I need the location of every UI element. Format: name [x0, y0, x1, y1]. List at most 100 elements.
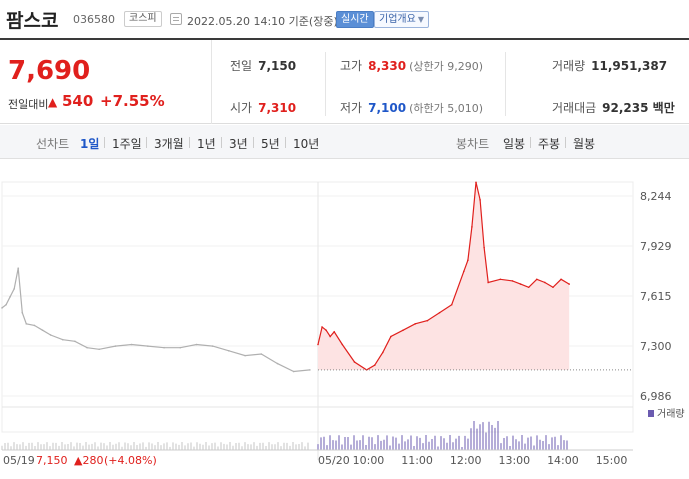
change-percent: +7.55% — [100, 92, 165, 110]
change-label: 전일대비 — [8, 98, 49, 111]
high-label: 고가 — [340, 59, 363, 73]
data-point — [309, 369, 311, 371]
candle-daily[interactable]: 일봉 — [503, 135, 525, 152]
candle-weekly[interactable]: 주봉 — [538, 135, 560, 152]
data-point — [463, 270, 465, 273]
data-point — [292, 370, 295, 373]
period-5y[interactable]: 5년 — [261, 135, 280, 152]
volume-cell: 거래량 11,951,387 — [552, 57, 667, 74]
amount-value: 92,235 백만 — [602, 101, 675, 115]
data-point — [483, 246, 485, 249]
data-point — [260, 353, 263, 355]
data-point — [61, 338, 64, 341]
period-1w[interactable]: 1주일 — [112, 135, 142, 152]
data-point — [353, 361, 356, 363]
data-point — [276, 362, 279, 365]
data-point — [147, 345, 149, 347]
data-point — [130, 343, 133, 346]
change-value: 540 — [62, 92, 94, 110]
data-point — [499, 278, 502, 281]
data-point — [329, 335, 331, 338]
data-point — [511, 280, 514, 282]
data-point — [475, 181, 477, 184]
stock-code: 036580 — [73, 13, 115, 26]
data-point — [450, 303, 453, 306]
low-cell: 저가 7,100 (하한가 5,010) — [340, 99, 483, 116]
data-point — [390, 335, 392, 338]
data-point — [552, 286, 554, 289]
timestamp: 2022.05.20 14:10 기준(장중) — [187, 15, 338, 28]
x-tick-label: 11:00 — [401, 454, 433, 467]
series-line-05/19 — [1, 268, 310, 373]
open-label: 시가 — [230, 101, 253, 115]
data-point — [402, 329, 404, 331]
chart-period-bar: 선차트 1일 1주일 3개월 1년 3년 5년 10년 봉차트 일봉 주봉 월봉 — [0, 125, 689, 159]
period-1y[interactable]: 1년 — [197, 135, 216, 152]
data-point — [33, 324, 36, 327]
amount-label: 거래대금 — [552, 101, 597, 115]
x-tick-label: 15:00 — [596, 454, 628, 467]
calendar-icon — [170, 13, 182, 25]
prev-day-caption: 05/19 — [3, 454, 35, 467]
data-point — [373, 364, 376, 366]
data-point — [195, 343, 198, 346]
data-point — [98, 348, 101, 351]
company-info-label: 기업개요 — [379, 14, 416, 25]
data-point — [471, 226, 473, 228]
period-3m[interactable]: 3개월 — [154, 135, 184, 152]
divider — [221, 137, 222, 148]
x-tick-label: 12:00 — [450, 454, 482, 467]
period-3y[interactable]: 3년 — [229, 135, 248, 152]
prev-close-value: 7,150 — [258, 59, 297, 73]
data-point — [487, 281, 489, 284]
realtime-button[interactable]: 실시간 — [336, 11, 374, 28]
upper-limit: (상한가 9,290) — [409, 60, 483, 73]
price-summary: 7,690 전일대비 ▲ 540 +7.55% 전일 7,150 시가 7,310 … — [0, 38, 689, 124]
current-price: 7,690 — [8, 56, 91, 86]
prev-day-pct: (+4.08%) — [104, 454, 157, 467]
area-fill — [318, 182, 570, 370]
volume-value: 11,951,387 — [591, 59, 668, 73]
data-point — [321, 326, 323, 328]
divider — [565, 137, 566, 148]
data-point — [438, 311, 441, 314]
divider — [189, 137, 190, 148]
high-cell: 고가 8,330 (상한가 9,290) — [340, 57, 483, 74]
volume-label: 거래량 — [552, 59, 586, 73]
data-point — [9, 295, 11, 298]
data-point — [317, 343, 319, 346]
open-cell: 시가 7,310 — [230, 99, 296, 116]
company-info-button[interactable]: 기업개요 ▼ — [374, 11, 429, 28]
period-10y[interactable]: 10년 — [293, 135, 319, 152]
data-point — [114, 345, 117, 347]
divider — [146, 137, 147, 148]
low-value: 7,100 — [368, 101, 407, 115]
candle-chart-label: 봉차트 — [456, 137, 490, 151]
prev-day-change: ▲280 — [74, 454, 103, 467]
high-value: 8,330 — [368, 59, 407, 73]
stock-name: 팜스코 — [6, 10, 59, 32]
data-point — [527, 286, 530, 289]
divider — [285, 137, 286, 148]
prev-day-close: 7,150 — [36, 454, 68, 467]
data-point — [325, 329, 327, 331]
candle-monthly[interactable]: 월봉 — [573, 135, 595, 152]
data-point — [382, 351, 384, 354]
prev-close-cell: 전일 7,150 — [230, 57, 296, 74]
divider — [530, 137, 531, 148]
data-point — [5, 303, 7, 306]
x-tick-label: 14:00 — [547, 454, 579, 467]
data-point — [74, 340, 76, 343]
data-point — [426, 319, 429, 322]
volume-legend-label: 거래량 — [657, 408, 685, 420]
price-chart[interactable]: 8,244 7,929 7,615 7,300 6,986 거래량 05/20 10:00 11… — [0, 160, 689, 475]
data-point — [333, 330, 336, 333]
y-tick-label: 7,300 — [640, 340, 672, 353]
low-label: 저가 — [340, 101, 363, 115]
lower-limit: (하한가 5,010) — [409, 102, 483, 115]
data-point — [49, 334, 52, 336]
y-tick-label: 6,986 — [640, 390, 672, 403]
data-point — [1, 307, 3, 309]
period-1d[interactable]: 1일 — [80, 135, 99, 152]
data-point — [568, 283, 570, 285]
